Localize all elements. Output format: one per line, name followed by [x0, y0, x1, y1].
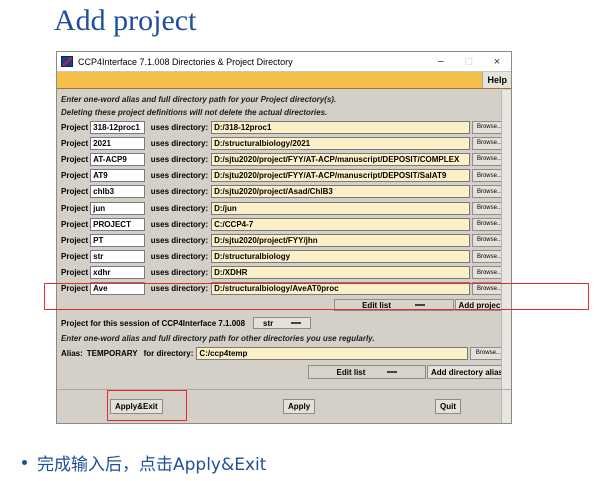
- project-directory-input[interactable]: D:/sjtu2020/project/FYY/AT-ACP/manuscrip…: [211, 169, 470, 183]
- add-project-button[interactable]: Add project: [454, 299, 507, 312]
- action-bar: Apply&Exit Apply Quit: [57, 389, 511, 423]
- alias-label: Alias:: [61, 348, 83, 358]
- project-row: Project xdhr uses directory: D:/XDHR Browse.…: [61, 265, 507, 281]
- maximize-button: □: [465, 55, 473, 68]
- directory-alias-row: Alias: TEMPORARY for directory: C:/ccp4t…: [61, 345, 507, 361]
- project-row: Project AT9 uses directory: D:/sjtu2020/pro…: [61, 168, 507, 184]
- uses-directory-label: uses directory:: [150, 154, 209, 164]
- project-row: Project AT-ACP9 uses directory: D:/sjtu2020…: [61, 151, 507, 167]
- temporary-directory-input[interactable]: C:/ccp4temp: [196, 346, 469, 360]
- alias-value: TEMPORARY: [86, 348, 138, 358]
- session-row: Project for this session of CCP4Interfac…: [61, 314, 507, 332]
- window-title: CCP4Interface 7.1.008 Directories & Proj…: [78, 56, 293, 67]
- slide-title: Add project: [54, 4, 197, 37]
- uses-directory-label: uses directory:: [150, 219, 209, 229]
- help-button[interactable]: Help: [482, 72, 511, 88]
- uses-directory-label: uses directory:: [150, 252, 209, 262]
- project-label: Project: [61, 187, 89, 197]
- uses-directory-label: uses directory:: [150, 187, 209, 197]
- other-dirs-info: Enter one-word alias and full directory …: [61, 334, 375, 344]
- uses-directory-label: uses directory:: [150, 268, 209, 278]
- project-label: Project: [61, 122, 89, 132]
- project-row: Project 2021 uses directory: D:/structuralb…: [61, 135, 507, 151]
- session-project-value: str: [263, 318, 274, 328]
- project-directory-input[interactable]: D:/structuralbiology: [211, 250, 470, 264]
- project-directory-input[interactable]: C:/CCP4-7: [211, 217, 470, 231]
- minimize-button[interactable]: −: [427, 56, 455, 68]
- project-edit-list-menu[interactable]: Edit list: [333, 299, 454, 312]
- add-directory-alias-button[interactable]: Add directory alias: [426, 365, 507, 380]
- directory-edit-controls: Edit list Add directory alias: [61, 364, 507, 380]
- project-alias-input[interactable]: AT9: [90, 169, 145, 183]
- project-label: Project: [61, 268, 89, 278]
- project-label: Project: [61, 203, 89, 213]
- directory-edit-list-menu[interactable]: Edit list: [307, 365, 426, 380]
- project-row: Project str uses directory: D:/structuralbi…: [61, 249, 507, 265]
- project-alias-input[interactable]: PROJECT: [90, 217, 145, 231]
- project-alias-input[interactable]: AT-ACP9: [90, 152, 145, 166]
- project-alias-input[interactable]: Ave: [90, 282, 145, 296]
- bullet-icon: [22, 460, 27, 465]
- session-project-select[interactable]: str: [253, 317, 312, 330]
- window-titlebar: CCP4Interface 7.1.008 Directories & Proj…: [57, 52, 511, 72]
- session-label: Project for this session of CCP4Interfac…: [61, 318, 246, 328]
- project-label: Project: [61, 171, 89, 181]
- instruction-text: 完成输入后，点击Apply&Exit: [37, 455, 267, 475]
- project-row: Project Ave uses directory: D:/structuralbi…: [61, 281, 507, 297]
- project-directory-input[interactable]: D:/sjtu2020/project/Asad/ChlB3: [211, 185, 470, 199]
- project-directory-input[interactable]: D:/318-12proc1: [211, 120, 470, 134]
- dialog-content: Enter one-word alias and full directory …: [57, 89, 511, 380]
- project-list: Project 318-12proc1 uses directory: D:/318-…: [61, 119, 507, 297]
- project-row: Project chlb3 uses directory: D:/sjtu2020/p…: [61, 184, 507, 200]
- project-alias-input[interactable]: 2021: [90, 136, 145, 150]
- quit-button[interactable]: Quit: [435, 399, 461, 414]
- project-label: Project: [61, 235, 89, 245]
- project-label: Project: [61, 284, 89, 294]
- edit-list-label: Edit list: [336, 367, 366, 377]
- instruction-bullet: 完成输入后，点击Apply&Exit: [22, 450, 266, 475]
- project-row: Project 318-12proc1 uses directory: D:/318-…: [61, 119, 507, 135]
- menu-indicator-icon: [414, 304, 425, 307]
- project-row: Project PT uses directory: D:/sjtu2020/proj…: [61, 232, 507, 248]
- project-label: Project: [61, 138, 89, 148]
- uses-directory-label: uses directory:: [150, 122, 209, 132]
- menu-bar: Help: [57, 72, 511, 89]
- project-row: Project jun uses directory: D:/jun Browse...: [61, 200, 507, 216]
- uses-directory-label: uses directory:: [150, 284, 209, 294]
- apply-button[interactable]: Apply: [283, 399, 316, 414]
- project-directory-input[interactable]: D:/structuralbiology/AveAT0proc: [211, 282, 470, 296]
- info-text-2: Deleting these project definitions will …: [61, 108, 328, 117]
- project-directory-input[interactable]: D:/XDHR: [211, 266, 470, 280]
- project-label: Project: [61, 154, 89, 164]
- project-alias-input[interactable]: str: [90, 250, 145, 264]
- project-alias-input[interactable]: PT: [90, 233, 145, 247]
- project-alias-input[interactable]: xdhr: [90, 266, 145, 280]
- project-directory-input[interactable]: D:/sjtu2020/project/FYY/AT-ACP/manuscrip…: [211, 152, 470, 166]
- project-alias-input[interactable]: 318-12proc1: [90, 120, 145, 134]
- project-directory-input[interactable]: D:/jun: [211, 201, 470, 215]
- project-edit-controls: Edit list Add project: [61, 298, 507, 312]
- ccp4-directories-window: CCP4Interface 7.1.008 Directories & Proj…: [56, 51, 512, 424]
- uses-directory-label: uses directory:: [150, 138, 209, 148]
- menu-indicator-icon: [387, 371, 398, 374]
- project-directory-input[interactable]: D:/sjtu2020/project/FYY/jhn: [211, 233, 470, 247]
- vertical-scrollbar[interactable]: [501, 90, 511, 423]
- project-alias-input[interactable]: jun: [90, 201, 145, 215]
- ccp4-app-icon: [61, 56, 73, 67]
- info-text-1: Enter one-word alias and full directory …: [61, 95, 337, 104]
- project-label: Project: [61, 252, 89, 262]
- uses-directory-label: uses directory:: [150, 235, 209, 245]
- apply-exit-button[interactable]: Apply&Exit: [110, 399, 163, 414]
- project-label: Project: [61, 219, 89, 229]
- edit-list-label: Edit list: [362, 300, 391, 310]
- uses-directory-label: uses directory:: [150, 203, 209, 213]
- uses-directory-label: uses directory:: [150, 171, 209, 181]
- project-alias-input[interactable]: chlb3: [90, 185, 145, 199]
- menu-indicator-icon: [291, 322, 302, 325]
- project-directory-input[interactable]: D:/structuralbiology/2021: [211, 136, 470, 150]
- close-button[interactable]: ×: [483, 56, 511, 68]
- project-row: Project PROJECT uses directory: C:/CCP4-7 Br…: [61, 216, 507, 232]
- for-directory-label: for directory:: [143, 348, 194, 358]
